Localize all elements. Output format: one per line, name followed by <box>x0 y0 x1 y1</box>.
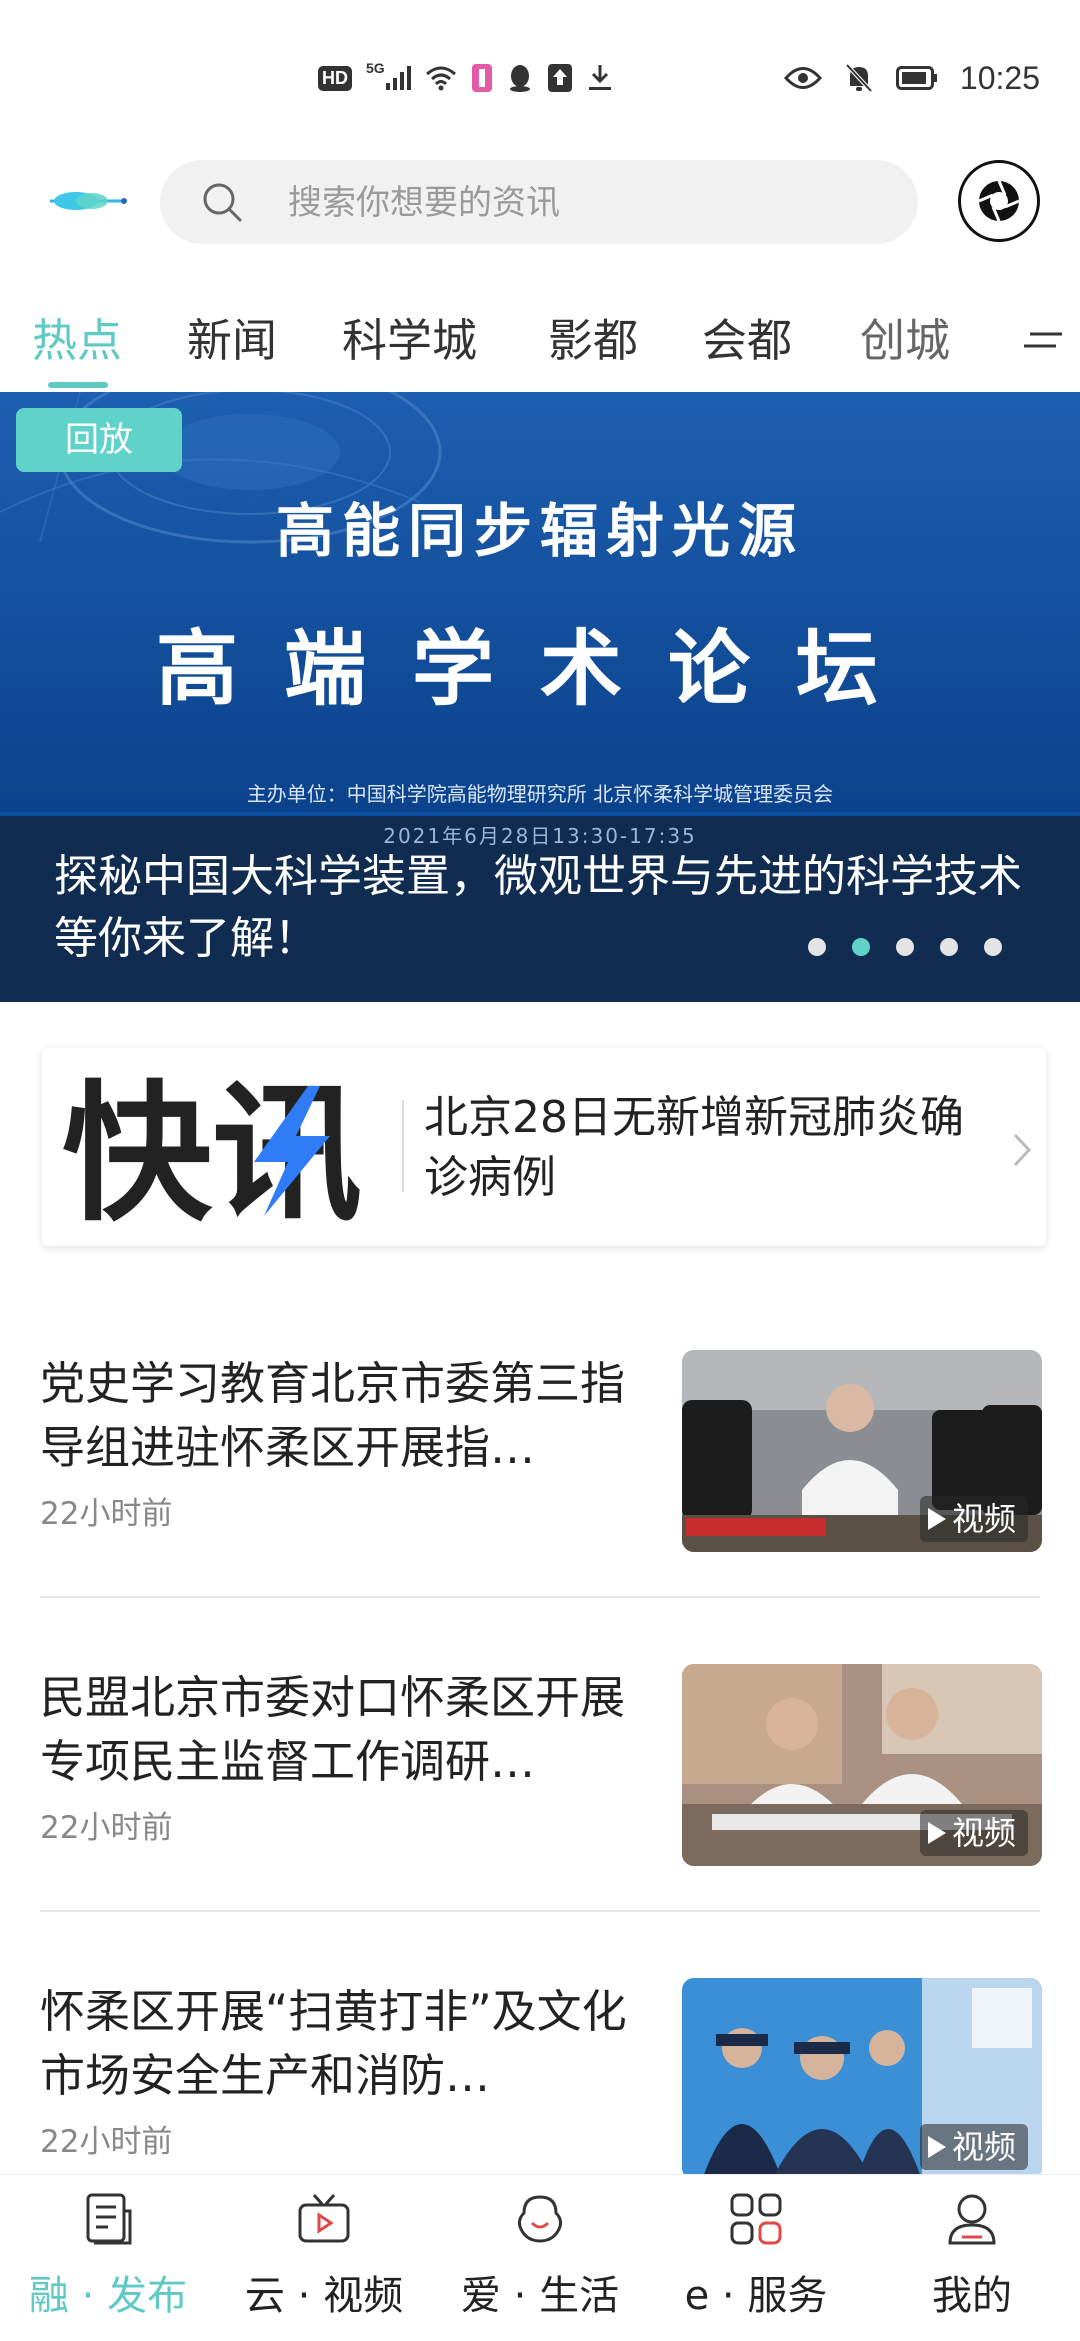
qq-icon <box>507 63 533 93</box>
document-icon <box>86 2193 132 2245</box>
banner-date: 2021年6月28日13:30-17:35 <box>383 824 697 848</box>
video-badge: 视频 <box>919 1496 1028 1542</box>
camera-shutter-icon <box>978 180 1020 222</box>
tv-icon <box>298 2194 350 2243</box>
mute-bell-icon <box>844 62 874 94</box>
tab-hot[interactable]: 热点 <box>32 304 122 369</box>
eye-icon <box>783 65 822 91</box>
video-badge-label: 视频 <box>951 2128 1016 2166</box>
carousel-dot[interactable] <box>808 938 826 956</box>
video-badge: 视频 <box>919 2124 1028 2170</box>
news-time: 22小时前 <box>40 2124 173 2160</box>
tab-film-city[interactable]: 影都 <box>548 304 638 369</box>
flash-divider <box>402 1100 404 1192</box>
upload-icon <box>547 63 573 93</box>
active-tab-indicator <box>48 382 108 388</box>
search-bar[interactable] <box>160 160 918 244</box>
news-thumbnail[interactable]: 视频 <box>682 1664 1042 1866</box>
chevron-right-icon <box>1013 1133 1032 1167</box>
news-item[interactable]: 民盟北京市委对口怀柔区开展专项民主监督工作调研… 22小时前 视频 <box>40 1624 1042 1938</box>
search-icon <box>203 183 242 222</box>
status-bar: HD 5G 10:25 <box>0 0 1080 150</box>
nav-label: 云 · 视频 <box>244 2273 404 2319</box>
carousel-dot[interactable] <box>984 938 1002 956</box>
network-label: 5G <box>366 60 385 76</box>
nav-item-service[interactable]: e · 服务 <box>648 2175 864 2341</box>
play-icon <box>927 2136 946 2158</box>
banner-title-line2: 高端学术论坛 <box>155 622 924 717</box>
video-badge: 视频 <box>919 1810 1028 1856</box>
status-right-icons: 10:25 <box>783 58 1040 98</box>
news-divider <box>40 1910 1040 1912</box>
carousel-dot[interactable] <box>940 938 958 956</box>
news-time: 22小时前 <box>40 1810 173 1846</box>
carousel-indicator <box>808 938 1002 956</box>
flash-news-card[interactable]: 快讯 北京28日无新增新冠肺炎确诊病例 <box>42 1048 1046 1246</box>
play-icon <box>927 1508 946 1530</box>
news-thumbnail[interactable]: 视频 <box>682 1978 1042 2180</box>
tab-news[interactable]: 新闻 <box>187 304 277 369</box>
carousel-dot-active[interactable] <box>852 938 870 956</box>
bottom-navigation: 融 · 发布 云 · 视频 爱 · 生活 e · 服务 我的 <box>0 2174 1080 2341</box>
news-item[interactable]: 党史学习教育北京市委第三指导组进驻怀柔区开展指… 22小时前 视频 <box>40 1310 1042 1624</box>
top-header <box>0 150 1080 260</box>
nav-label: 爱 · 生活 <box>460 2273 620 2319</box>
nav-label: 融 · 发布 <box>28 2273 188 2319</box>
tab-conference-city[interactable]: 会都 <box>702 304 792 369</box>
smile-icon <box>517 2195 563 2243</box>
news-title: 民盟北京市委对口怀柔区开展专项民主监督工作调研… <box>40 1671 626 1788</box>
grid-icon <box>730 2193 782 2245</box>
tab-civilized-city[interactable]: 创城 <box>860 304 950 369</box>
news-time: 22小时前 <box>40 1496 173 1532</box>
tab-science-city[interactable]: 科学城 <box>342 304 477 369</box>
hero-banner[interactable]: 高能同步辐射光源 高端学术论坛 主办单位：中国科学院高能物理研究所 北京怀柔科学… <box>0 392 1080 1002</box>
nav-label: e · 服务 <box>684 2273 828 2319</box>
news-title: 怀柔区开展“扫黄打非”及文化市场安全生产和消防… <box>40 1985 627 2102</box>
category-tabs: 热点 新闻 科学城 影都 会都 创城 <box>0 290 1080 390</box>
logo-wave-icon <box>50 192 127 210</box>
download-icon <box>587 63 613 93</box>
video-badge-label: 视频 <box>951 1500 1016 1538</box>
battery-icon <box>895 66 938 90</box>
news-thumbnail[interactable]: 视频 <box>682 1350 1042 1552</box>
banner-title-line1: 高能同步辐射光源 <box>275 497 804 565</box>
clock: 10:25 <box>959 59 1040 96</box>
replay-badge: 回放 <box>16 408 182 472</box>
carousel-dot[interactable] <box>896 938 914 956</box>
video-badge-label: 视频 <box>951 1814 1016 1852</box>
banner-organizer: 主办单位：中国科学院高能物理研究所 北京怀柔科学城管理委员会 <box>246 782 834 806</box>
status-left-icons: HD 5G <box>318 58 613 98</box>
nav-label: 我的 <box>932 2273 1012 2319</box>
nav-item-publish[interactable]: 融 · 发布 <box>0 2175 216 2341</box>
nav-item-mine[interactable]: 我的 <box>864 2175 1080 2341</box>
flash-news-text: 北京28日无新增新冠肺炎确诊病例 <box>424 1092 964 1203</box>
wifi-icon <box>425 64 457 92</box>
person-icon <box>948 2194 996 2245</box>
nav-item-video[interactable]: 云 · 视频 <box>216 2175 432 2341</box>
play-icon <box>927 1822 946 1844</box>
nav-item-life[interactable]: 爱 · 生活 <box>432 2175 648 2341</box>
signal-5g-icon: 5G <box>366 60 411 91</box>
search-input[interactable] <box>286 172 890 234</box>
app-notification-icon <box>471 63 493 93</box>
flash-news-logo: 快讯 <box>62 1068 362 1230</box>
hd-icon: HD <box>318 65 352 91</box>
news-title: 党史学习教育北京市委第三指导组进驻怀柔区开展指… <box>40 1357 626 1474</box>
news-divider <box>40 1596 1040 1598</box>
camera-button[interactable] <box>958 160 1040 242</box>
menu-icon[interactable] <box>1022 326 1064 356</box>
